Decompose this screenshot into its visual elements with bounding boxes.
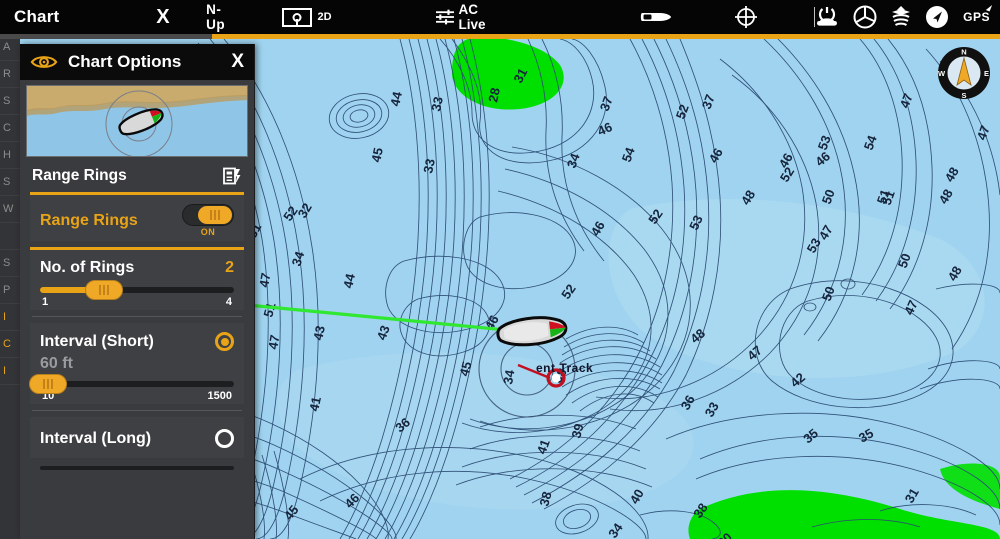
- slider-thumb[interactable]: [28, 374, 67, 394]
- slider-track[interactable]: [28, 374, 234, 394]
- no-of-rings-min: 1: [42, 296, 49, 308]
- eye-icon: [30, 56, 58, 68]
- background-menu-strip[interactable]: A R S C H S W S P I C I: [0, 34, 20, 539]
- vessel-view-button[interactable]: [640, 9, 672, 25]
- ac-live-button[interactable]: AC Live: [435, 2, 500, 32]
- strip-row[interactable]: W: [0, 196, 20, 223]
- view-mode-button[interactable]: 2D: [282, 7, 332, 27]
- interval-long-label: Interval (Long): [40, 429, 152, 447]
- orientation-label: N-Up: [206, 2, 226, 32]
- no-of-rings-card[interactable]: No. of Rings 2 1 4: [30, 247, 244, 310]
- vessel-boat-icon[interactable]: [494, 309, 574, 355]
- strip-row[interactable]: S: [0, 250, 20, 277]
- chart-options-panel[interactable]: Chart Options X Range Rings Range Rings …: [20, 44, 255, 539]
- gps-status-label[interactable]: GPS: [963, 10, 990, 24]
- range-rings-preview: [26, 85, 248, 157]
- current-track-label: ent Track: [536, 361, 594, 375]
- interval-long-radio[interactable]: [215, 429, 234, 448]
- divider: [32, 316, 242, 317]
- panel-header: Chart Options X: [20, 44, 254, 80]
- panel-title: Chart Options: [68, 52, 182, 71]
- range-rings-toggle-wrap[interactable]: ON: [182, 204, 234, 237]
- status-strip-gold: [212, 34, 1000, 39]
- range-rings-toggle[interactable]: [182, 204, 234, 226]
- compass-south-label: S: [961, 91, 966, 100]
- chartplotter-screen: 4346475244453333283137465434524637544747…: [0, 0, 1000, 539]
- crosshair-target-icon: [734, 6, 757, 28]
- strip-row[interactable]: R: [0, 61, 20, 88]
- interval-short-row[interactable]: Interval (Short): [30, 323, 244, 355]
- range-rings-card[interactable]: Range Rings ON: [30, 192, 244, 241]
- strip-row[interactable]: C: [0, 115, 20, 142]
- interval-short-slider[interactable]: 10 1500: [28, 374, 244, 404]
- interval-long-row[interactable]: Interval (Long): [30, 417, 244, 458]
- strip-row[interactable]: S: [0, 169, 20, 196]
- compass-east-label: E: [984, 69, 989, 78]
- divider: [32, 410, 242, 411]
- sliders-icon: [435, 9, 454, 25]
- range-rings-toggle-state: ON: [200, 227, 216, 237]
- slider-track[interactable]: [40, 280, 234, 300]
- no-of-rings-max: 4: [225, 296, 232, 308]
- slider-ticks: 1 4: [40, 293, 234, 308]
- status-icons[interactable]: GPS: [815, 5, 990, 29]
- no-of-rings-row: No. of Rings 2: [30, 250, 244, 281]
- no-of-rings-label: No. of Rings: [40, 259, 135, 276]
- panel-close-button[interactable]: X: [231, 51, 244, 73]
- ac-live-label: AC Live: [458, 2, 486, 32]
- waypoint-icon: [282, 7, 313, 27]
- top-bar[interactable]: Chart X N-Up 2D AC Live GPS: [0, 0, 1000, 34]
- no-of-rings-slider[interactable]: 1 4: [30, 280, 244, 310]
- app-title: Chart: [14, 7, 60, 26]
- interval-long-card[interactable]: Interval (Long): [30, 417, 244, 458]
- interval-short-max: 1500: [207, 390, 232, 402]
- status-strip-left: [0, 34, 212, 39]
- strip-row[interactable]: I: [0, 358, 20, 385]
- orientation-button[interactable]: N-Up: [206, 2, 234, 32]
- navigation-arrow-icon[interactable]: [925, 5, 949, 29]
- range-rings-label: Range Rings: [40, 211, 138, 229]
- strip-row[interactable]: P: [0, 277, 20, 304]
- bottom-slider-track[interactable]: [40, 466, 234, 470]
- preview-canvas: [27, 86, 247, 156]
- chart-layers-icon[interactable]: [891, 5, 911, 29]
- boat-icon: [640, 13, 671, 21]
- strip-row[interactable]: I: [0, 304, 20, 331]
- section-title: Range Rings: [32, 167, 127, 184]
- edit-preset-icon[interactable]: [222, 166, 242, 186]
- interval-short-label: Interval (Short): [40, 332, 154, 350]
- interval-short-radio[interactable]: [215, 332, 234, 351]
- strip-row[interactable]: [0, 223, 20, 250]
- compass-north-label: N: [961, 48, 966, 57]
- section-header: Range Rings: [20, 157, 254, 192]
- power-icon[interactable]: [815, 6, 839, 28]
- no-of-rings-value: 2: [225, 259, 234, 276]
- close-view-button[interactable]: X: [140, 6, 186, 29]
- sonar-cone-icon[interactable]: [853, 5, 877, 29]
- slider-ticks: 10 1500: [40, 387, 234, 402]
- strip-row[interactable]: H: [0, 142, 20, 169]
- toggle-knob: [198, 206, 232, 224]
- compass-west-label: W: [938, 69, 946, 78]
- interval-short-value-wrap: 60 ft: [30, 355, 244, 375]
- view-mode-label: 2D: [317, 11, 332, 23]
- interval-short-value: 60 ft: [40, 355, 73, 372]
- panel-body[interactable]: Range Rings ON No. of Rings 2 1 4 Interv…: [20, 192, 254, 539]
- slider-thumb[interactable]: [85, 280, 124, 300]
- strip-row[interactable]: C: [0, 331, 20, 358]
- range-rings-row[interactable]: Range Rings ON: [30, 195, 244, 241]
- strip-row[interactable]: S: [0, 88, 20, 115]
- interval-short-card[interactable]: Interval (Short) 60 ft 10 1500: [28, 323, 244, 404]
- compass-rose-icon[interactable]: N S E W: [936, 45, 992, 101]
- cursor-target-button[interactable]: [734, 5, 758, 29]
